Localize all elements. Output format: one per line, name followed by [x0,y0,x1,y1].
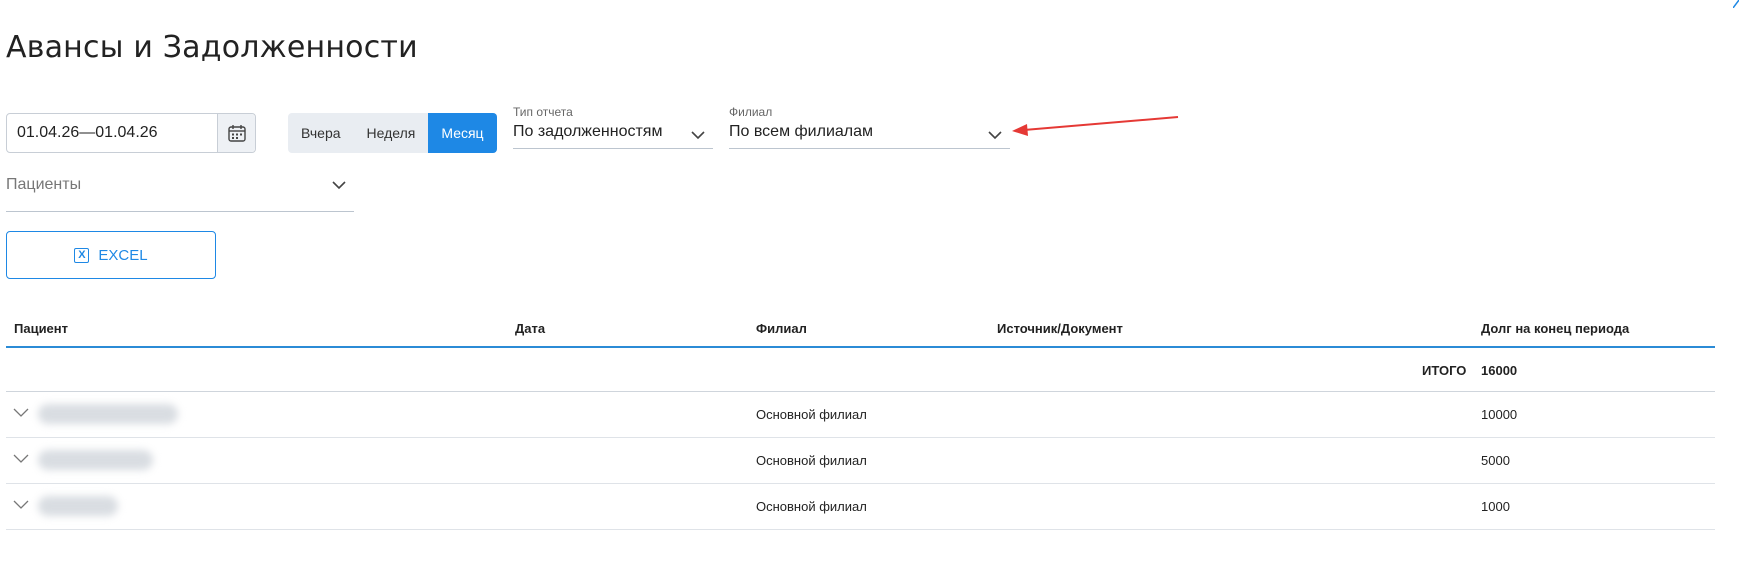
row-debt: 5000 [1481,453,1510,468]
patient-name-redacted[interactable] [38,450,153,470]
report-type-label: Тип отчета [513,105,573,119]
patients-select[interactable]: Пациенты [6,172,354,212]
row-branch: Основной филиал [756,453,867,468]
row-branch: Основной филиал [756,499,867,514]
date-range-picker[interactable]: 01.04.26—01.04.26 [6,113,256,153]
table-row[interactable]: Основной филиал 10000 [6,392,1715,438]
expand-chevron-icon[interactable] [13,406,29,418]
excel-button-label: EXCEL [98,246,148,264]
total-value: 16000 [1481,363,1518,378]
excel-icon: X [74,247,90,263]
period-toggle-group: Вчера Неделя Месяц [288,113,497,153]
date-range-input[interactable]: 01.04.26—01.04.26 [7,114,217,152]
patient-name-redacted[interactable] [38,496,118,516]
row-branch: Основной филиал [756,407,867,422]
column-header-branch[interactable]: Филиал [756,321,807,336]
debts-table: Пациент Дата Филиал Источник/Документ До… [6,310,1715,530]
expand-chevron-icon[interactable] [13,452,29,464]
calendar-button[interactable] [217,114,255,152]
row-debt: 1000 [1481,499,1510,514]
column-header-patient[interactable]: Пациент [14,321,68,336]
chevron-down-icon[interactable] [332,180,346,190]
page-title: Авансы и Задолженности [6,30,418,65]
report-type-select[interactable]: Тип отчета По задолженностям [513,105,713,149]
total-label: ИТОГО [1422,363,1467,378]
column-header-debt[interactable]: Долг на конец периода [1481,321,1629,336]
table-row[interactable]: Основной филиал 5000 [6,438,1715,484]
patient-name-redacted[interactable] [38,404,178,424]
corner-resize-icon [1733,0,1739,8]
annotation-arrow [1012,116,1179,136]
branch-value[interactable]: По всем филиалам [729,123,873,141]
period-week-button[interactable]: Неделя [354,113,429,153]
period-yesterday-button[interactable]: Вчера [288,113,354,153]
column-header-source[interactable]: Источник/Документ [997,321,1123,336]
expand-chevron-icon[interactable] [13,498,29,510]
calendar-icon [227,125,246,142]
branch-select[interactable]: Филиал По всем филиалам [729,105,1010,149]
chevron-down-icon[interactable] [691,130,705,140]
excel-export-button[interactable]: X EXCEL [6,231,216,279]
patients-placeholder[interactable]: Пациенты [6,176,81,194]
table-row[interactable]: Основной филиал 1000 [6,484,1715,530]
row-debt: 10000 [1481,407,1518,422]
column-header-date[interactable]: Дата [515,321,545,336]
report-type-value[interactable]: По задолженностям [513,123,662,141]
chevron-down-icon[interactable] [988,130,1002,140]
total-row: ИТОГО 16000 [6,348,1715,392]
branch-label: Филиал [729,105,773,119]
table-header: Пациент Дата Филиал Источник/Документ До… [6,310,1715,348]
period-month-button[interactable]: Месяц [428,113,497,153]
